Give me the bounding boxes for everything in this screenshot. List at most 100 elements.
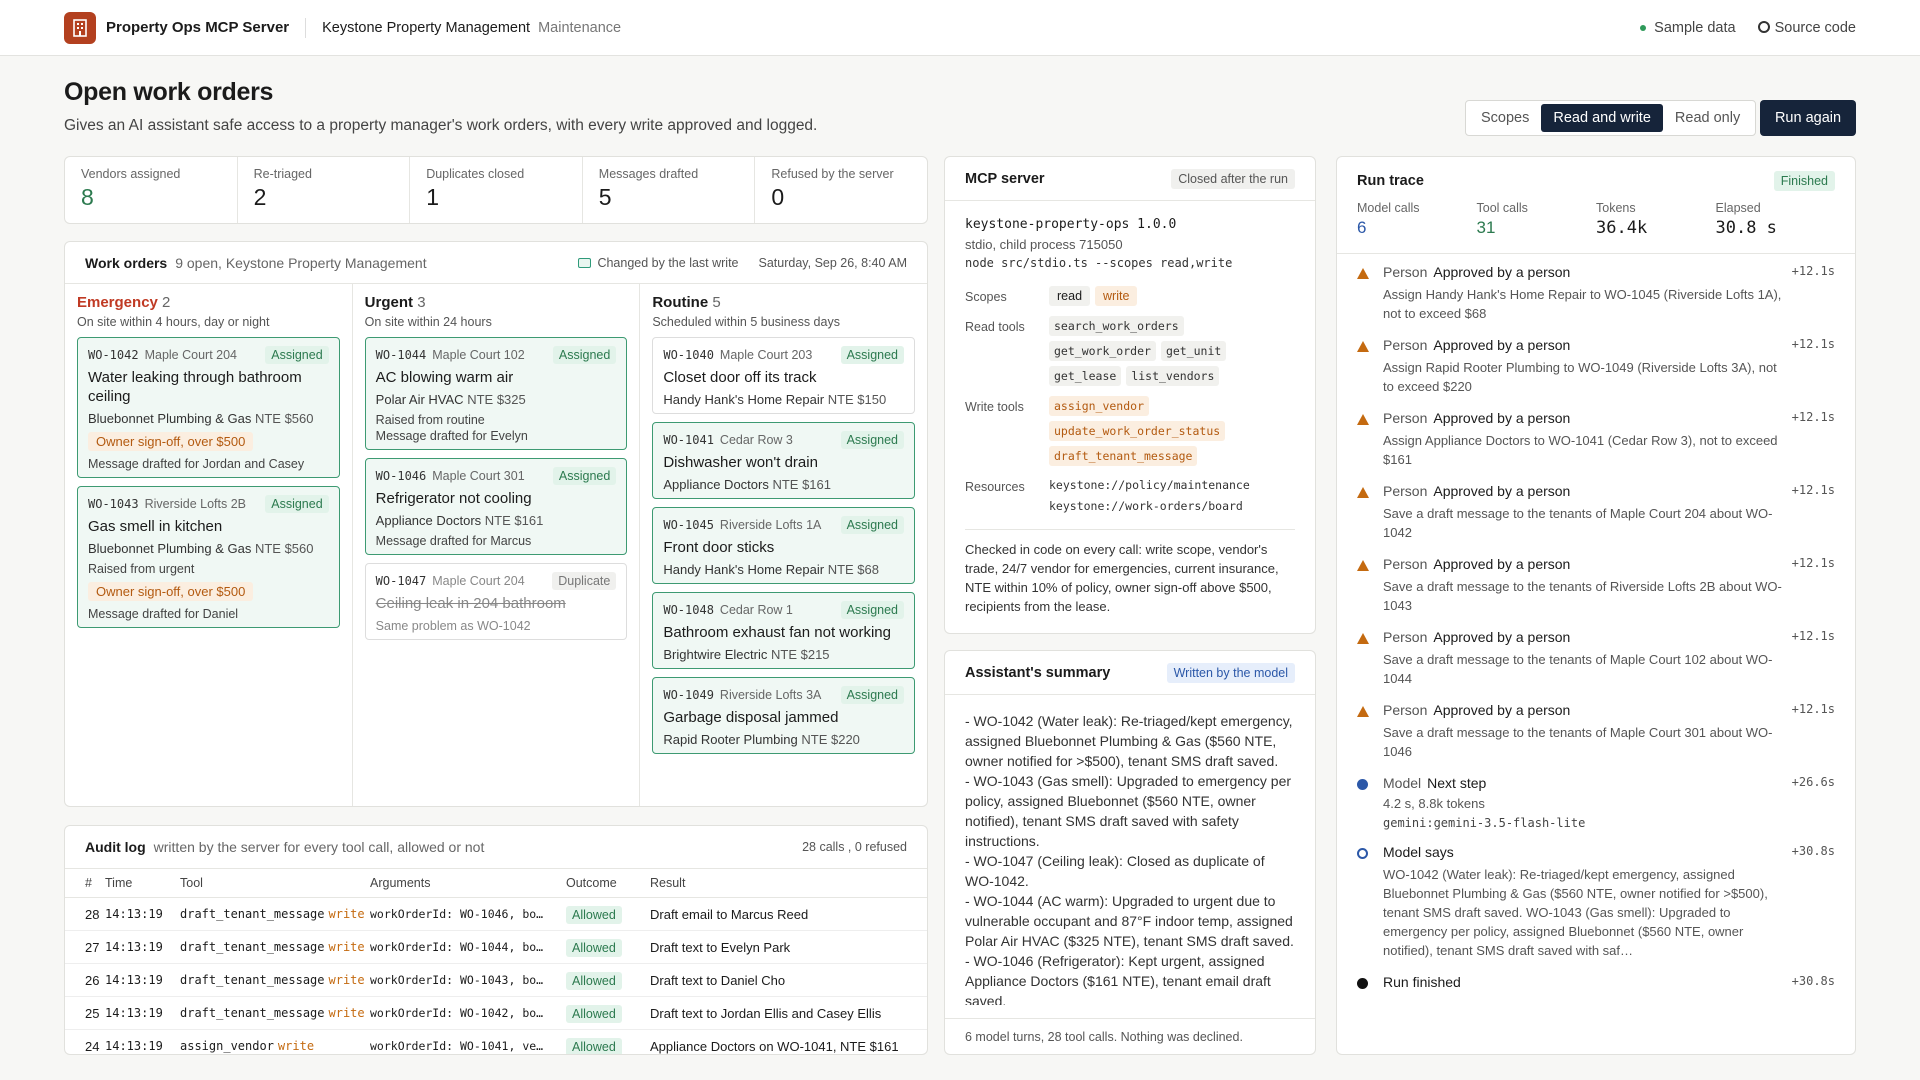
column-routine: Routine 5 Scheduled within 5 business da… [640, 284, 927, 806]
status-badge: Assigned [552, 346, 617, 364]
org-name: Keystone Property Management [322, 19, 531, 36]
table-row[interactable]: 25 14:13:19 draft_tenant_message write workO… [65, 997, 927, 1030]
person-approval-icon [1357, 341, 1369, 352]
status-badge: Assigned [840, 516, 905, 534]
model-message-icon [1357, 848, 1368, 859]
model-step-icon [1357, 779, 1368, 790]
stat-duplicates-closed: Duplicates closed 1 [410, 157, 583, 223]
work-orders-board: Work orders 9 open, Keystone Property Ma… [64, 241, 928, 807]
trace-event[interactable]: Model says +30.8s WO-1042 (Water leak): Re… [1357, 844, 1835, 960]
page-heading: Open work orders Gives an AI assistant s… [64, 78, 817, 135]
page-title: Open work orders [64, 78, 274, 106]
resource-uri: keystone://policy/maintenance [1049, 478, 1250, 492]
person-approval-icon [1357, 633, 1369, 644]
work-order-card[interactable]: WO-1040 Maple Court 203 Assigned Closet do… [652, 337, 916, 414]
tool-tag: draft_tenant_message [1049, 446, 1198, 466]
board-subtitle: 9 open, Keystone Property Management [175, 254, 427, 271]
building-icon [64, 11, 96, 44]
top-bar: Property Ops MCP Server Keystone Propert… [0, 0, 1920, 56]
tool-tag: update_work_order_status [1049, 421, 1226, 441]
summary-source-badge: Written by the model [1166, 662, 1295, 683]
trace-title: Run trace [1357, 173, 1424, 189]
person-approval-icon [1357, 487, 1369, 498]
tool-tag: assign_vendor [1049, 396, 1150, 416]
read-tools-row: Read tools search_work_orders get_work_o… [965, 316, 1295, 386]
stat-vendors-assigned: Vendors assigned 8 [65, 157, 238, 223]
status-badge: Assigned [552, 467, 617, 485]
trace-event[interactable]: Person Approved by a person +12.1s Save a d… [1357, 556, 1835, 615]
scope-read-write-button[interactable]: Read and write [1541, 104, 1663, 132]
work-order-card[interactable]: WO-1046 Maple Court 301 Assigned Refrigera… [364, 458, 628, 555]
scope-read-only-button[interactable]: Read only [1663, 104, 1752, 132]
status-badge: Assigned [840, 346, 905, 364]
trace-event[interactable]: Person Approved by a person +12.1s Assign A… [1357, 410, 1835, 469]
trace-event[interactable]: Run finished +30.8s [1357, 974, 1835, 990]
work-order-card[interactable]: WO-1045 Riverside Lofts 1A Assigned Front … [652, 507, 916, 584]
trace-stat-tokens: Tokens 36.4k [1596, 201, 1648, 238]
status-badge: Duplicate [552, 572, 617, 590]
assistant-summary-panel: Assistant's summary Written by the model… [944, 650, 1316, 1055]
table-row[interactable]: 26 14:13:19 draft_tenant_message write workO… [65, 964, 927, 997]
run-again-button[interactable]: Run again [1760, 100, 1856, 136]
person-approval-icon [1357, 706, 1369, 717]
page-subtitle: Gives an AI assistant safe access to a p… [64, 117, 818, 134]
tool-tag: get_unit [1160, 341, 1227, 361]
column-urgent: Urgent 3 On site within 24 hours WO-1044… [353, 284, 641, 806]
work-order-card[interactable]: WO-1044 Maple Court 102 Assigned AC blowin… [364, 337, 628, 450]
tool-tag: get_work_order [1049, 341, 1156, 361]
work-order-card[interactable]: WO-1048 Cedar Row 1 Assigned Bathroom exha… [652, 592, 916, 669]
table-row[interactable]: 28 14:13:19 draft_tenant_message write workO… [65, 898, 927, 931]
changed-legend-icon [578, 257, 592, 268]
table-row[interactable]: 24 14:13:19 assign_vendor write workOrderId:… [65, 1030, 927, 1054]
status-dot-icon [1640, 24, 1647, 31]
trace-event[interactable]: Person Approved by a person +12.1s Assign H… [1357, 264, 1835, 323]
work-order-card[interactable]: WO-1049 Riverside Lofts 3A Assigned Garbag… [652, 677, 916, 754]
trace-stat-model-calls: Model calls 6 [1357, 201, 1420, 237]
status-badge: Assigned [840, 431, 905, 449]
resource-uri: keystone://work-orders/board [1049, 499, 1243, 513]
app-name: Property Ops MCP Server [106, 19, 290, 36]
tool-tag: search_work_orders [1049, 316, 1184, 336]
source-code-link[interactable]: Source code [1757, 20, 1856, 36]
owner-signoff-badge: Owner sign-off, over $500 [88, 582, 254, 601]
status-badge: Assigned [840, 601, 905, 619]
trace-event[interactable]: Person Approved by a person +12.1s Save a d… [1357, 629, 1835, 688]
run-trace-panel: Run trace Finished Model calls 6 Tool call… [1336, 156, 1856, 1055]
trace-event[interactable]: Person Approved by a person +12.1s Assign R… [1357, 337, 1835, 396]
person-approval-icon [1357, 414, 1369, 425]
write-tools-row: Write tools assign_vendor update_work_or… [965, 396, 1295, 466]
work-order-card[interactable]: WO-1042 Maple Court 204 Assigned Water lea… [77, 337, 340, 478]
mcp-status-badge: Closed after the run [1171, 168, 1295, 189]
audit-title: Audit log [85, 839, 146, 855]
server-name: keystone-property-ops 1.0.0 [965, 217, 1177, 232]
column-emergency: Emergency 2 On site within 4 hours, day … [65, 284, 353, 806]
status-badge: Assigned [840, 686, 905, 704]
person-approval-icon [1357, 268, 1369, 279]
person-approval-icon [1357, 560, 1369, 571]
sample-data-indicator: Sample data [1640, 20, 1736, 36]
server-process: stdio, child process 715050 [965, 237, 1123, 252]
stats-strip: Vendors assigned 8 Re-triaged 2 Duplicates… [64, 156, 928, 224]
audit-subtitle: written by the server for every tool cal… [153, 839, 485, 855]
mcp-title: MCP server [965, 170, 1045, 187]
stat-re-triaged: Re-triaged 2 [238, 157, 411, 223]
trace-event[interactable]: Person Approved by a person +12.1s Save a d… [1357, 483, 1835, 542]
stat-refused: Refused by the server 0 [771, 167, 894, 210]
trace-event[interactable]: Model Next step +26.6s 4.2 s, 8.8k tokens ge… [1357, 775, 1835, 830]
work-order-card[interactable]: WO-1043 Riverside Lofts 2B Assigned Gas sm… [77, 486, 340, 628]
trace-stat-elapsed: Elapsed 30.8 s [1715, 201, 1777, 238]
server-command: node src/stdio.ts --scopes read,write [965, 256, 1233, 270]
owner-signoff-badge: Owner sign-off, over $500 [88, 432, 254, 451]
org-section: Maintenance [538, 19, 622, 36]
summary-text: - WO-1042 (Water leak): Re-triaged/kept … [965, 713, 1294, 1005]
summary-footer: 6 model turns, 28 tool calls. Nothing wa… [945, 1018, 1315, 1054]
scopes-row: Scopes read write [965, 286, 1295, 306]
table-row[interactable]: 27 14:13:19 draft_tenant_message write workO… [65, 931, 927, 964]
resources-row: Resources keystone://policy/maintenance … [965, 476, 1295, 515]
trace-event[interactable]: Person Approved by a person +12.1s Save a d… [1357, 702, 1835, 761]
status-badge: Assigned [265, 346, 329, 364]
work-order-card[interactable]: WO-1041 Cedar Row 3 Assigned Dishwasher wo… [652, 422, 916, 499]
scope-selector: Scopes Read and write Read only [1465, 100, 1757, 136]
work-order-card[interactable]: WO-1047 Maple Court 204 Duplicate Ceiling … [364, 563, 628, 640]
board-title: Work orders [85, 254, 168, 271]
